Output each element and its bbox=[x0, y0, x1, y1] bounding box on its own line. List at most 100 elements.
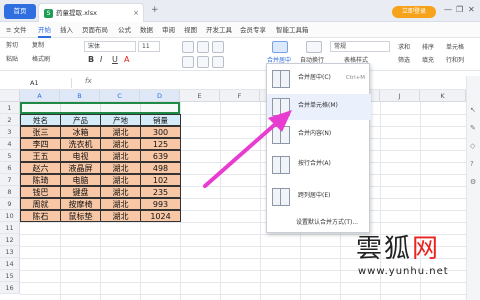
table-cell[interactable]: 102 bbox=[140, 174, 181, 186]
menu-review[interactable]: 审阅 bbox=[162, 25, 175, 35]
table-cell[interactable]: 王五 bbox=[20, 150, 61, 162]
menu-formulas[interactable]: 公式 bbox=[118, 25, 131, 35]
close-tab-icon[interactable]: × bbox=[133, 8, 139, 19]
column-header-c[interactable]: C bbox=[100, 90, 140, 102]
table-cell[interactable]: 电脑 bbox=[60, 174, 101, 186]
format-painter-button[interactable]: 格式刷 bbox=[32, 56, 50, 64]
menu-item-merge-content[interactable]: 合并内容(N) bbox=[267, 122, 371, 148]
row-header-15[interactable]: 15 bbox=[0, 270, 20, 282]
table-cell[interactable]: 湖北 bbox=[100, 186, 141, 198]
menu-page-layout[interactable]: 页面布局 bbox=[82, 25, 108, 35]
row-header-1[interactable]: 1 bbox=[0, 102, 20, 114]
row-header-10[interactable]: 10 bbox=[0, 210, 20, 222]
table-cell[interactable]: 1024 bbox=[140, 210, 181, 222]
maximize-icon[interactable]: ❐ bbox=[456, 5, 463, 14]
table-cell[interactable]: 钱巴 bbox=[20, 186, 61, 198]
row-header-14[interactable]: 14 bbox=[0, 258, 20, 270]
side-select-icon[interactable]: ↖ bbox=[470, 106, 476, 114]
table-header-cell[interactable]: 产品 bbox=[60, 114, 101, 126]
table-header-cell[interactable]: 姓名 bbox=[20, 114, 61, 126]
selected-range-a1-d1[interactable] bbox=[20, 102, 180, 114]
align-center-icon[interactable] bbox=[197, 56, 209, 68]
table-cell[interactable]: 洗衣机 bbox=[60, 138, 101, 150]
table-cell[interactable]: 鼠标垫 bbox=[60, 210, 101, 222]
merge-center-icon[interactable] bbox=[272, 41, 288, 53]
row-header-3[interactable]: 3 bbox=[0, 126, 20, 138]
bold-icon[interactable]: B bbox=[88, 55, 94, 65]
row-header-12[interactable]: 12 bbox=[0, 234, 20, 246]
table-cell[interactable]: 湖北 bbox=[100, 174, 141, 186]
table-cell[interactable]: 235 bbox=[140, 186, 181, 198]
sum-button[interactable]: 求和 bbox=[398, 44, 410, 52]
minimize-icon[interactable]: — bbox=[444, 5, 452, 14]
table-cell[interactable]: 湖北 bbox=[100, 138, 141, 150]
side-shape-icon[interactable]: ◇ bbox=[470, 142, 475, 150]
menu-item-center-across[interactable]: 跨列居中(E) bbox=[267, 184, 371, 210]
copy-button[interactable]: 复制 bbox=[32, 42, 44, 50]
menu-item-default-merge[interactable]: 设置默认合并方式(T)... bbox=[296, 219, 358, 227]
column-header-e[interactable]: E bbox=[180, 90, 220, 102]
table-cell[interactable]: 陈石 bbox=[20, 210, 61, 222]
wrap-text-icon[interactable] bbox=[306, 41, 322, 53]
table-cell[interactable]: 125 bbox=[140, 138, 181, 150]
row-header-2[interactable]: 2 bbox=[0, 114, 20, 126]
table-cell[interactable]: 639 bbox=[140, 150, 181, 162]
underline-icon[interactable]: U bbox=[112, 55, 118, 65]
menu-insert[interactable]: 插入 bbox=[60, 25, 73, 35]
table-cell[interactable]: 赵六 bbox=[20, 162, 61, 174]
font-color-icon[interactable]: A bbox=[124, 55, 129, 65]
menu-member[interactable]: 会员专享 bbox=[240, 25, 266, 35]
menu-item-merge-cells[interactable]: 合并单元格(M) bbox=[267, 94, 371, 120]
row-header-11[interactable]: 11 bbox=[0, 222, 20, 234]
table-header-cell[interactable]: 产地 bbox=[100, 114, 141, 126]
table-cell[interactable]: 993 bbox=[140, 198, 181, 210]
cell-button[interactable]: 单元格 bbox=[446, 44, 464, 52]
table-cell[interactable]: 按摩椅 bbox=[60, 198, 101, 210]
column-header-f[interactable]: F bbox=[220, 90, 260, 102]
row-header-8[interactable]: 8 bbox=[0, 186, 20, 198]
menu-data[interactable]: 数据 bbox=[140, 25, 153, 35]
table-cell[interactable]: 周就 bbox=[20, 198, 61, 210]
name-box[interactable]: A1 bbox=[22, 78, 72, 88]
side-settings-icon[interactable]: ⚙ bbox=[470, 178, 476, 186]
menu-file[interactable]: ≡ 文件 bbox=[6, 25, 27, 35]
home-tab[interactable]: 首页 bbox=[4, 4, 36, 19]
table-cell[interactable]: 湖北 bbox=[100, 210, 141, 222]
function-icon[interactable]: fx bbox=[85, 77, 92, 85]
row-header-6[interactable]: 6 bbox=[0, 162, 20, 174]
table-cell[interactable]: 湖北 bbox=[100, 198, 141, 210]
align-bottom-icon[interactable] bbox=[212, 41, 224, 53]
table-cell[interactable]: 键盘 bbox=[60, 186, 101, 198]
fill-button[interactable]: 填充 bbox=[422, 57, 434, 65]
table-cell[interactable]: 湖北 bbox=[100, 162, 141, 174]
menu-developer[interactable]: 开发工具 bbox=[206, 25, 232, 35]
login-button[interactable]: 立即登录 bbox=[392, 6, 436, 18]
close-window-icon[interactable]: ✕ bbox=[468, 5, 475, 14]
menu-item-merge-center[interactable]: 合并居中(C) Ctrl+M bbox=[267, 66, 371, 92]
new-tab-button[interactable]: + bbox=[151, 5, 159, 15]
table-cell[interactable]: 陈琦 bbox=[20, 174, 61, 186]
table-cell[interactable]: 湖北 bbox=[100, 126, 141, 138]
menu-home[interactable]: 开始 bbox=[38, 25, 51, 38]
cut-button[interactable]: 剪切 bbox=[6, 42, 18, 50]
number-format-select[interactable]: 常规 bbox=[330, 41, 390, 52]
row-header-5[interactable]: 5 bbox=[0, 150, 20, 162]
document-tab[interactable]: S 药童提取.xlsx × bbox=[38, 3, 144, 22]
side-help-icon[interactable]: ? bbox=[470, 160, 474, 168]
table-cell[interactable]: 湖北 bbox=[100, 150, 141, 162]
italic-icon[interactable]: I bbox=[100, 55, 102, 65]
table-cell[interactable]: 李四 bbox=[20, 138, 61, 150]
menu-toolbox[interactable]: 智能工具箱 bbox=[276, 25, 309, 35]
row-header-13[interactable]: 13 bbox=[0, 246, 20, 258]
menu-item-merge-by-row[interactable]: 按行合并(A) bbox=[267, 152, 371, 178]
row-column-button[interactable]: 行和列 bbox=[446, 57, 464, 65]
align-middle-icon[interactable] bbox=[197, 41, 209, 53]
align-right-icon[interactable] bbox=[212, 56, 224, 68]
align-top-icon[interactable] bbox=[182, 41, 194, 53]
table-cell[interactable]: 498 bbox=[140, 162, 181, 174]
font-size-select[interactable]: 11 bbox=[138, 41, 160, 52]
table-header-cell[interactable]: 销量 bbox=[140, 114, 181, 126]
table-cell[interactable]: 冰箱 bbox=[60, 126, 101, 138]
side-style-icon[interactable]: ✎ bbox=[470, 124, 476, 132]
row-header-4[interactable]: 4 bbox=[0, 138, 20, 150]
